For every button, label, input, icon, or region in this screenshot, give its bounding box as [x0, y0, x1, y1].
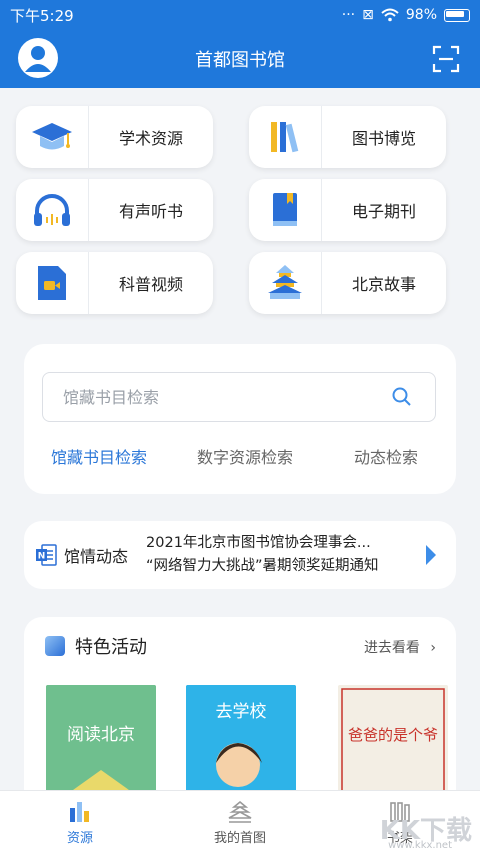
scan-icon[interactable]	[432, 45, 460, 73]
tile-label: 学术资源	[118, 129, 183, 148]
tile-science-videos[interactable]: 科普视频	[16, 252, 213, 314]
tab-label: 我的首图	[213, 830, 266, 846]
tab-digital-resource-search[interactable]: 数字资源检索	[174, 444, 316, 468]
tile-label: 科普视频	[118, 275, 183, 294]
svg-text:N: N	[38, 552, 46, 562]
avatar[interactable]	[18, 38, 58, 78]
tile-beijing-stories[interactable]: 北京故事	[249, 252, 446, 314]
tab-resources[interactable]: 资源	[0, 791, 160, 854]
news-label-group: N 馆情动态	[34, 543, 128, 567]
activity-book[interactable]: 爸爸的是个爷	[338, 685, 448, 807]
journal-icon	[273, 193, 297, 226]
news-list: 2021年北京市图书馆协会理事会... “网络智力大挑战”暑期领奖延期通知	[146, 532, 379, 578]
section-title: 特色活动	[75, 637, 147, 658]
headphones-icon	[34, 194, 70, 226]
news-item[interactable]: “网络智力大挑战”暑期领奖延期通知	[146, 555, 379, 578]
sim-icon: ⊠	[362, 7, 374, 23]
user-icon	[25, 46, 51, 72]
news-item[interactable]: 2021年北京市图书馆协会理事会...	[146, 532, 379, 555]
featured-activities-card: 特色活动 进去看看 › 阅读北京 去学校 爸爸的是个爷	[24, 617, 456, 807]
more-dots-icon: ···	[341, 7, 356, 23]
tile-label: 图书博览	[351, 129, 416, 148]
video-file-icon	[38, 266, 66, 300]
search-box[interactable]	[42, 372, 436, 422]
tile-academic-resources[interactable]: 学术资源	[16, 106, 213, 168]
tile-audiobooks[interactable]: 有声听书	[16, 179, 213, 241]
tab-dynamic-search[interactable]: 动态检索	[316, 444, 456, 468]
app-header: 首都图书馆	[0, 30, 480, 88]
section-header: 特色活动	[44, 633, 147, 659]
temple-outline-icon	[228, 800, 252, 823]
next-arrow-icon[interactable]	[426, 545, 436, 565]
status-time: 下午5:29	[10, 6, 74, 25]
news-icon: N	[36, 544, 57, 566]
tile-label: 电子期刊	[351, 202, 416, 221]
watermark-url: www.kkx.net	[388, 840, 452, 851]
search-tabs: 馆藏书目检索 数字资源检索 动态检索	[24, 444, 456, 468]
square-icon	[45, 636, 65, 656]
battery-percent: 98%	[405, 7, 437, 23]
see-more-link[interactable]: 进去看看 ›	[364, 637, 436, 657]
wifi-icon	[381, 8, 399, 22]
status-icons: ··· ⊠ 98%	[342, 7, 470, 23]
news-section-label: 馆情动态	[64, 547, 129, 566]
tab-label: 资源	[66, 830, 93, 846]
book-cover-text: 爸爸的是个爷	[348, 726, 438, 744]
see-more-label: 进去看看	[363, 640, 420, 656]
tab-catalog-search[interactable]: 馆藏书目检索	[24, 444, 174, 468]
tile-label: 北京故事	[351, 275, 416, 294]
status-bar: 下午5:29 ··· ⊠ 98%	[0, 0, 480, 30]
book-cover-image: 阅读北京	[46, 685, 156, 807]
page-title: 首都图书馆	[195, 50, 285, 71]
book-cover-text: 去学校	[216, 702, 267, 722]
books-icon	[271, 122, 299, 153]
book-cover-image: 去学校	[186, 685, 296, 807]
tab-my-library[interactable]: 我的首图	[160, 791, 320, 854]
tile-book-browse[interactable]: 图书博览	[249, 106, 446, 168]
search-icon[interactable]	[391, 386, 413, 408]
book-cover-image: 爸爸的是个爷	[338, 685, 448, 807]
search-card: 馆藏书目检索 数字资源检索 动态检索	[24, 344, 456, 494]
news-card[interactable]: N 馆情动态 2021年北京市图书馆协会理事会... “网络智力大挑战”暑期领奖…	[24, 521, 456, 589]
activity-book[interactable]: 阅读北京	[46, 685, 156, 807]
search-input[interactable]	[61, 386, 391, 408]
graduation-cap-icon	[32, 123, 72, 150]
temple-icon	[268, 265, 302, 299]
activity-book[interactable]: 去学校	[186, 685, 296, 807]
tile-label: 有声听书	[118, 202, 183, 221]
bar-chart-icon	[70, 801, 89, 822]
book-cover-text: 阅读北京	[67, 725, 135, 745]
chevron-right-icon: ›	[430, 640, 436, 656]
battery-icon	[444, 8, 470, 22]
tile-e-journals[interactable]: 电子期刊	[249, 179, 446, 241]
